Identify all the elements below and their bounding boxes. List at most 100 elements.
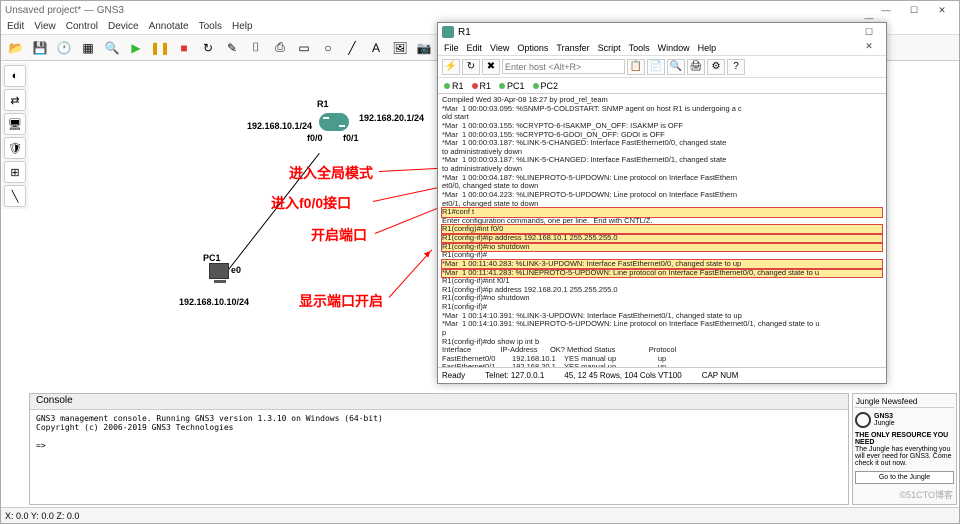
menu-item[interactable]: Annotate	[149, 21, 189, 32]
net-label-right: 192.168.20.1/24	[359, 113, 424, 123]
status-dot-icon	[444, 83, 450, 89]
brand-sub: Jungle	[874, 420, 895, 427]
coords-readout: X: 0.0 Y: 0.0 Z: 0.0	[5, 511, 79, 521]
session-tabs: R1 R1 PC1 PC2	[438, 78, 886, 94]
menu-item[interactable]: Tools	[199, 21, 222, 32]
news-body: The Jungle has everything you will ever …	[855, 446, 954, 467]
host-input[interactable]	[502, 59, 625, 74]
annotation-no-shut: 开启端口	[311, 225, 367, 245]
tab-r1-b[interactable]: R1	[472, 81, 492, 91]
pc-net-label: 192.168.10.10/24	[179, 297, 249, 307]
settings-icon[interactable]: ⚙	[707, 59, 725, 75]
menu-item[interactable]: Device	[108, 21, 139, 32]
watermark: ©51CTO博客	[900, 488, 953, 501]
status-ready: Ready	[442, 371, 465, 380]
pc-tool-icon[interactable]: 🖥	[4, 113, 26, 135]
menu-item[interactable]: Tools	[629, 43, 650, 53]
stop-icon[interactable]: ■	[173, 38, 195, 58]
menu-item[interactable]: Transfer	[556, 43, 589, 53]
pc-node[interactable]	[209, 263, 229, 279]
menu-item[interactable]: View	[34, 21, 56, 32]
zoom-icon[interactable]: 🔍	[101, 38, 123, 58]
terminal-output[interactable]: Compiled Wed 30-Apr-08 18:27 by prod_rel…	[438, 94, 886, 367]
status-pos: 45, 12 45 Rows, 104 Cols VT100	[564, 371, 681, 380]
terminal-title: R1	[458, 27, 471, 38]
pc-label: PC1	[203, 253, 221, 263]
circle-icon[interactable]: ○	[317, 38, 339, 58]
rect-icon[interactable]: ▭	[293, 38, 315, 58]
status-dot-icon	[533, 83, 539, 89]
gns3-logo-icon	[855, 412, 871, 428]
paste-icon[interactable]: 📄	[647, 59, 665, 75]
find-icon[interactable]: 🔍	[667, 59, 685, 75]
pause-icon[interactable]: ❚❚	[149, 38, 171, 58]
open-icon[interactable]: 📂	[5, 38, 27, 58]
brand-text: GNS3	[874, 413, 893, 420]
menu-item[interactable]: File	[444, 43, 459, 53]
terminal-titlebar: R1 — ☐ ✕	[438, 23, 886, 41]
term-maximize-button[interactable]: ☐	[856, 25, 882, 39]
menu-item[interactable]: View	[490, 43, 509, 53]
maximize-button[interactable]: ☐	[901, 3, 927, 17]
security-tool-icon[interactable]: 🛡	[4, 137, 26, 159]
menu-item[interactable]: Help	[698, 43, 717, 53]
snapshot-icon[interactable]: ⎙	[269, 38, 291, 58]
tab-pc1[interactable]: PC1	[499, 81, 525, 91]
menu-item[interactable]: Options	[517, 43, 548, 53]
news-heading: THE ONLY RESOURCE YOU NEED	[855, 432, 954, 446]
terminal-menubar: File Edit View Options Transfer Script T…	[438, 41, 886, 56]
main-titlebar: Unsaved project* — GNS3 — ☐ ✕	[1, 1, 959, 19]
play-icon[interactable]: ▶	[125, 38, 147, 58]
term-minimize-button[interactable]: —	[856, 11, 882, 25]
if-label-f00: f0/0	[307, 133, 323, 143]
net-label-left: 192.168.10.1/24	[247, 121, 312, 131]
go-jungle-button[interactable]: Go to the Jungle	[855, 471, 954, 484]
help-icon[interactable]: ?	[727, 59, 745, 75]
copy-icon[interactable]: 📋	[627, 59, 645, 75]
image-icon[interactable]: 🖼	[389, 38, 411, 58]
menu-item[interactable]: Script	[598, 43, 621, 53]
router-tool-icon[interactable]: ◐	[4, 65, 26, 87]
status-dot-icon	[472, 83, 478, 89]
menu-item[interactable]: Window	[658, 43, 690, 53]
status-dot-icon	[499, 83, 505, 89]
pc-if-label: e0	[231, 265, 241, 275]
connect-icon[interactable]: ⚡	[442, 59, 460, 75]
disconnect-icon[interactable]: ✖	[482, 59, 500, 75]
camera-icon[interactable]: 📷	[413, 38, 435, 58]
menu-item[interactable]: Edit	[7, 21, 24, 32]
save-icon[interactable]: 💾	[29, 38, 51, 58]
line-icon[interactable]: ╱	[341, 38, 363, 58]
menu-item[interactable]: Control	[66, 21, 98, 32]
reload-icon[interactable]: ↻	[197, 38, 219, 58]
menu-item[interactable]: Edit	[467, 43, 483, 53]
menu-item[interactable]: Help	[232, 21, 253, 32]
device-toolbar: ◐ ⇄ 🖥 🛡 ⊞ ╲	[2, 63, 28, 209]
if-label-f01: f0/1	[343, 133, 359, 143]
edit-icon[interactable]: ✎	[221, 38, 243, 58]
text-icon[interactable]: A	[365, 38, 387, 58]
console-output: GNS3 management console. Running GNS3 ve…	[30, 410, 848, 454]
main-statusbar: X: 0.0 Y: 0.0 Z: 0.0	[1, 507, 959, 523]
console-panel: Console GNS3 management console. Running…	[29, 393, 849, 505]
tab-pc2[interactable]: PC2	[533, 81, 559, 91]
reconnect-icon[interactable]: ↻	[462, 59, 480, 75]
router-label: R1	[317, 99, 329, 109]
print-icon[interactable]: 🖨	[687, 59, 705, 75]
annotation-int-f00: 进入f0/0接口	[271, 193, 351, 213]
arrow	[389, 250, 433, 298]
close-button[interactable]: ✕	[929, 3, 955, 17]
switch-tool-icon[interactable]: ⇄	[4, 89, 26, 111]
newsfeed-tab[interactable]: Jungle Newsfeed	[855, 396, 954, 408]
console-tab[interactable]: Console	[30, 394, 848, 410]
annotation-show-up: 显示端口开启	[299, 291, 383, 311]
clock-icon[interactable]: 🕐	[53, 38, 75, 58]
status-conn: Telnet: 127.0.0.1	[485, 371, 544, 380]
all-devices-icon[interactable]: ⊞	[4, 161, 26, 183]
link-tool-icon[interactable]: ╲	[4, 185, 26, 207]
console-icon[interactable]: ⌷	[245, 38, 267, 58]
terminal-icon	[442, 26, 454, 38]
grid-icon[interactable]: ▦	[77, 38, 99, 58]
tab-r1-a[interactable]: R1	[444, 81, 464, 91]
router-node[interactable]	[319, 113, 349, 131]
